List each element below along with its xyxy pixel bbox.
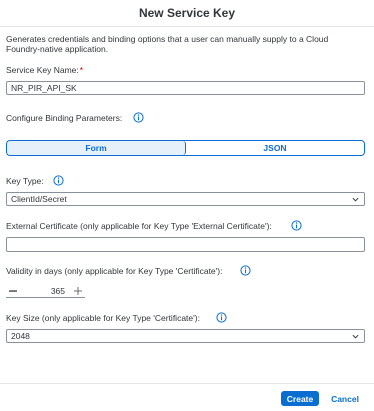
plus-icon [74, 286, 82, 295]
key-type-label: Key Type: [6, 176, 44, 186]
validity-stepper: 365 [6, 284, 85, 298]
external-certificate-input[interactable] [6, 237, 365, 252]
chevron-down-icon [352, 334, 359, 339]
mode-json-button[interactable]: JSON [186, 141, 364, 155]
dialog-content: Generates credentials and binding option… [0, 27, 374, 382]
cancel-button[interactable]: Cancel [326, 391, 364, 406]
service-key-name-input[interactable]: NR_PIR_API_SK [6, 81, 365, 95]
dialog-footer: Create Cancel [0, 383, 374, 411]
info-icon[interactable] [53, 175, 64, 186]
required-marker: * [79, 65, 84, 75]
dialog-description: Generates credentials and binding option… [6, 34, 329, 54]
info-icon[interactable] [133, 112, 144, 123]
info-icon[interactable] [240, 265, 251, 276]
validity-value[interactable]: 365 [20, 286, 71, 296]
validity-label: Validity in days (only applicable for Ke… [6, 266, 223, 276]
service-key-name-value: NR_PIR_API_SK [11, 83, 77, 93]
new-service-key-dialog: New Service Key Generates credentials an… [0, 0, 374, 411]
info-icon[interactable] [291, 220, 302, 231]
create-button[interactable]: Create [281, 391, 319, 406]
external-certificate-label: External Certificate (only applicable fo… [6, 221, 272, 231]
chevron-down-icon [352, 197, 359, 202]
key-type-select[interactable]: ClientId/Secret [6, 192, 365, 206]
increment-button[interactable] [71, 284, 85, 298]
info-icon[interactable] [216, 312, 227, 323]
minus-icon [9, 289, 17, 292]
dialog-title: New Service Key [138, 6, 236, 20]
binding-mode-toggle: Form JSON [6, 140, 365, 156]
decrement-button[interactable] [6, 284, 20, 298]
key-size-value: 2048 [11, 331, 30, 341]
mode-form-button[interactable]: Form [7, 141, 186, 155]
key-size-label: Key Size (only applicable for Key Type '… [6, 313, 200, 323]
key-size-select[interactable]: 2048 [6, 329, 365, 343]
service-key-name-label-text: Service Key Name: [6, 65, 79, 75]
key-type-value: ClientId/Secret [11, 194, 67, 204]
dialog-header: New Service Key [0, 0, 374, 27]
configure-binding-label: Configure Binding Parameters: [6, 113, 123, 123]
service-key-name-label: Service Key Name:* [6, 65, 83, 75]
